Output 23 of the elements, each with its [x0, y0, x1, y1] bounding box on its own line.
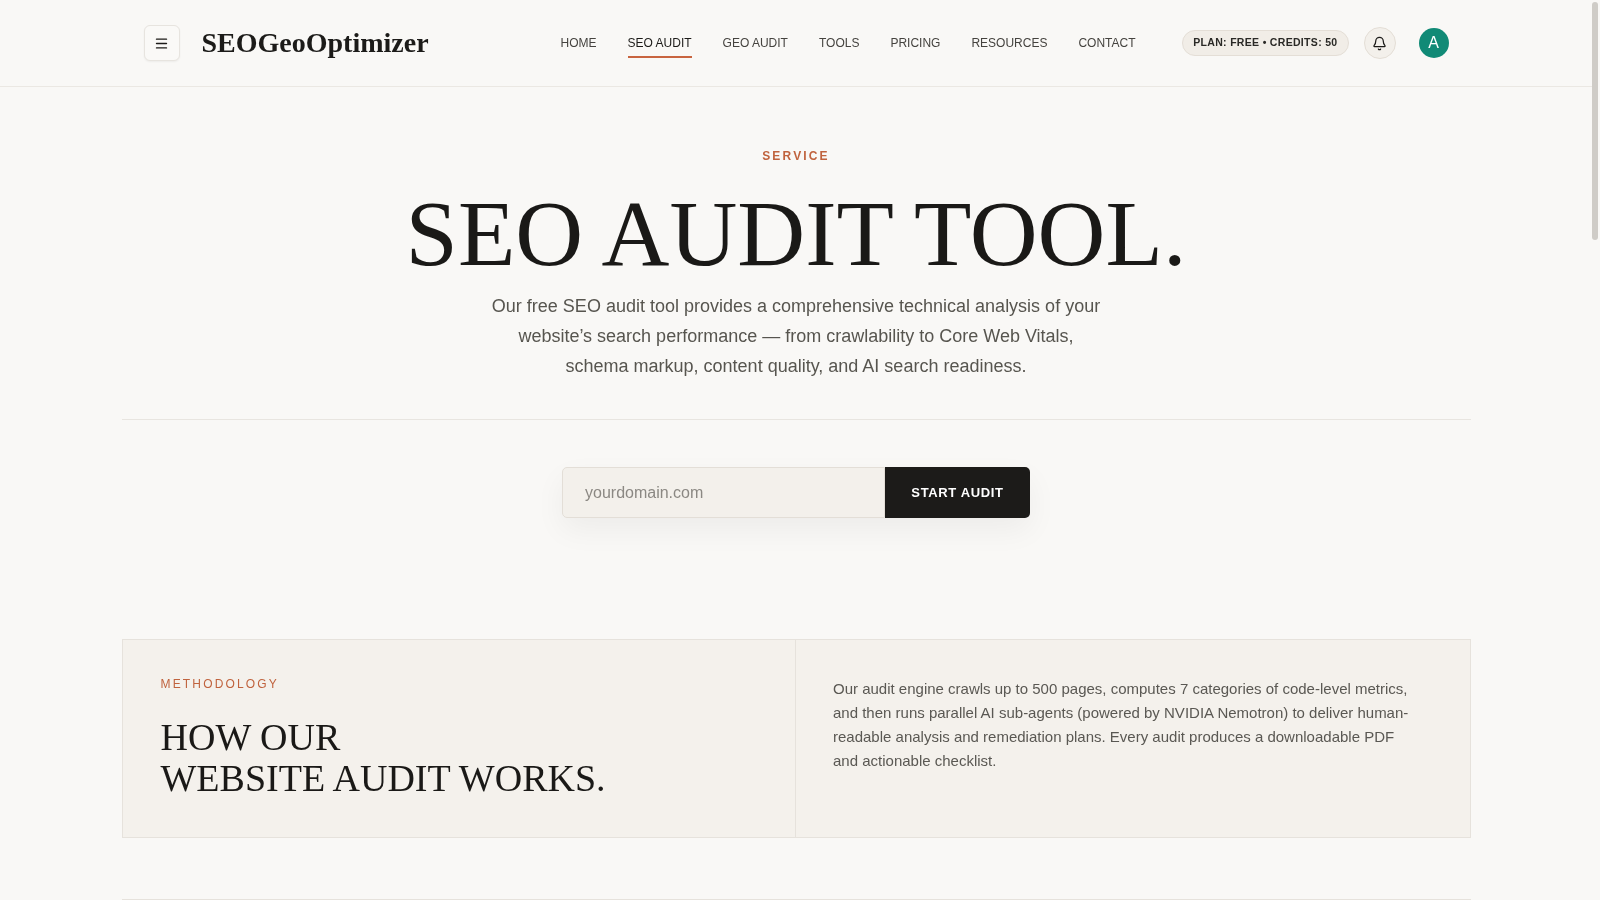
nav-link[interactable]: GEO AUDIT [722, 28, 788, 58]
notifications-button[interactable] [1363, 27, 1396, 59]
menu-icon [154, 35, 169, 51]
nav-link[interactable]: PRICING [890, 28, 941, 58]
menu-button[interactable] [143, 25, 180, 61]
methodology-description: Our audit engine crawls up to 500 pages, computes 7 categories of code-level metrics, and then runs parallel AI sub-agents (powered by NVIDIA Nemotron) to deliver human-readable analysis and remediation plans. Every audit produces a downloadable PDF and actionable checklist. [833, 679, 1410, 771]
hero-description: Our free SEO audit tool provides a comprehensive technical analysis of your website’s search performance — from crawlability to Core Web Vitals, schema markup, content quality, and AI search readiness. [490, 295, 1102, 378]
site-logo[interactable]: SEOGeoOptimizer [201, 26, 429, 60]
eyebrow-label: SERVICE [762, 148, 830, 164]
bell-icon [1372, 35, 1387, 51]
nav-link[interactable]: TOOLS [818, 28, 860, 58]
nav-link[interactable]: SEO AUDIT [627, 28, 692, 58]
section-eyebrow: METHODOLOGY [160, 677, 279, 691]
start-audit-button[interactable]: START AUDIT [885, 467, 1030, 518]
domain-input-field[interactable]: yourdomain.com [562, 467, 885, 518]
section-heading: HOW OUR WEBSITE AUDIT WORKS. [160, 717, 606, 799]
nav-link[interactable]: RESOURCES [971, 28, 1048, 58]
nav-link[interactable]: HOME [560, 28, 597, 58]
plan-credits-badge: PLAN: FREE • CREDITS: 50 [1182, 30, 1349, 56]
nav-link[interactable]: CONTACT [1078, 28, 1136, 58]
scrollbar-thumb[interactable] [1592, 2, 1598, 240]
page-title: SEO AUDIT TOOL. [405, 186, 1187, 280]
user-avatar[interactable]: A [1418, 28, 1449, 58]
